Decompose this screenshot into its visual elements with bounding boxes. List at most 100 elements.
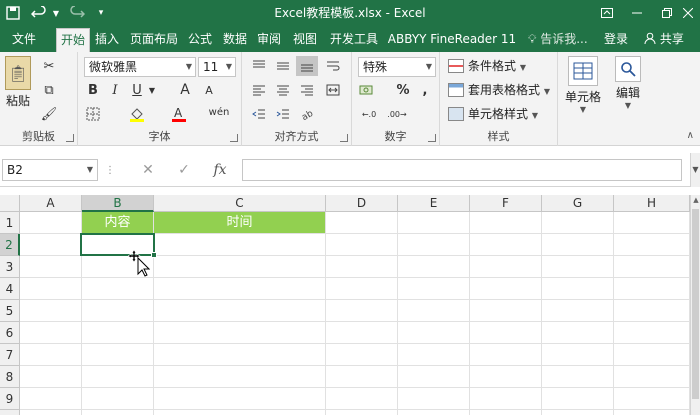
cell-b1[interactable]: 内容 xyxy=(82,212,154,234)
cell-d9[interactable] xyxy=(326,388,398,410)
cell-c6[interactable] xyxy=(154,322,326,344)
underline-dropdown-icon[interactable]: ▼ xyxy=(146,80,158,100)
increase-indent-icon[interactable] xyxy=(272,104,294,124)
cell-f10[interactable] xyxy=(470,410,542,415)
clipboard-launcher-icon[interactable] xyxy=(66,134,74,142)
tab-home[interactable]: 开始 xyxy=(56,28,90,52)
cell-h6[interactable] xyxy=(614,322,690,344)
collapse-ribbon-icon[interactable]: ∧ xyxy=(687,130,694,141)
column-header-h[interactable]: H xyxy=(614,195,690,212)
cell-e1[interactable] xyxy=(398,212,470,234)
decrease-indent-icon[interactable] xyxy=(248,104,270,124)
cell-a6[interactable] xyxy=(20,322,82,344)
cell-h2[interactable] xyxy=(614,234,690,256)
cell-c7[interactable] xyxy=(154,344,326,366)
cell-d4[interactable] xyxy=(326,278,398,300)
cell-d5[interactable] xyxy=(326,300,398,322)
cell-b5[interactable] xyxy=(82,300,154,322)
cell-g3[interactable] xyxy=(542,256,614,278)
minimize-icon[interactable] xyxy=(622,0,652,26)
align-bottom-icon[interactable] xyxy=(296,56,318,76)
merge-center-icon[interactable] xyxy=(322,80,344,100)
cells-button[interactable]: 单元格 ▼ xyxy=(558,56,608,114)
italic-button[interactable]: I xyxy=(104,80,126,100)
column-header-b[interactable]: B xyxy=(82,195,154,212)
ribbon-display-icon[interactable] xyxy=(592,0,622,26)
grow-font-button[interactable]: A xyxy=(174,80,196,100)
cell-a3[interactable] xyxy=(20,256,82,278)
name-box[interactable]: B2 ▼ xyxy=(2,159,98,181)
font-family-select[interactable]: 微软雅黑 ▼ xyxy=(84,57,196,77)
cell-b7[interactable] xyxy=(82,344,154,366)
cell-f4[interactable] xyxy=(470,278,542,300)
tab-developer[interactable]: 开发工具 xyxy=(325,28,383,52)
tab-data[interactable]: 数据 xyxy=(220,28,250,52)
alignment-launcher-icon[interactable] xyxy=(340,134,348,142)
row-header-7[interactable]: 7 xyxy=(0,344,20,366)
cell-c2[interactable] xyxy=(154,234,326,256)
tab-review[interactable]: 审阅 xyxy=(254,28,284,52)
editing-button[interactable]: 编辑 ▼ xyxy=(603,56,653,110)
cell-a8[interactable] xyxy=(20,366,82,388)
tab-file[interactable]: 文件 xyxy=(4,28,44,52)
column-header-f[interactable]: F xyxy=(470,195,542,212)
cell-d10[interactable] xyxy=(326,410,398,415)
tab-page-layout[interactable]: 页面布局 xyxy=(126,28,182,52)
cell-e2[interactable] xyxy=(398,234,470,256)
cell-c8[interactable] xyxy=(154,366,326,388)
select-all-corner[interactable] xyxy=(0,195,20,212)
cell-f3[interactable] xyxy=(470,256,542,278)
orientation-icon[interactable]: ab xyxy=(298,104,320,124)
increase-decimal-icon[interactable]: ←.0 xyxy=(358,104,380,124)
row-header-9[interactable]: 9 xyxy=(0,388,20,410)
cell-a4[interactable] xyxy=(20,278,82,300)
cell-e9[interactable] xyxy=(398,388,470,410)
row-header-6[interactable]: 6 xyxy=(0,322,20,344)
cell-a10[interactable] xyxy=(20,410,82,415)
cell-h4[interactable] xyxy=(614,278,690,300)
cell-d3[interactable] xyxy=(326,256,398,278)
row-header-10[interactable]: 10 xyxy=(0,410,20,415)
borders-icon[interactable] xyxy=(82,104,104,124)
row-header-8[interactable]: 8 xyxy=(0,366,20,388)
cell-d7[interactable] xyxy=(326,344,398,366)
expand-formula-bar[interactable]: ▼ xyxy=(690,153,700,187)
cell-b8[interactable] xyxy=(82,366,154,388)
copy-icon[interactable]: ⧉ xyxy=(38,80,60,100)
cell-h3[interactable] xyxy=(614,256,690,278)
cell-e5[interactable] xyxy=(398,300,470,322)
conditional-formatting-button[interactable]: 条件格式 ▼ xyxy=(448,56,526,76)
column-header-a[interactable]: A xyxy=(20,195,82,212)
cell-a1[interactable] xyxy=(20,212,82,234)
cell-h7[interactable] xyxy=(614,344,690,366)
cell-b6[interactable] xyxy=(82,322,154,344)
formula-input[interactable] xyxy=(242,159,682,181)
cell-c5[interactable] xyxy=(154,300,326,322)
insert-function-button[interactable]: fx xyxy=(206,159,234,181)
column-header-d[interactable]: D xyxy=(326,195,398,212)
cell-f7[interactable] xyxy=(470,344,542,366)
cell-h8[interactable] xyxy=(614,366,690,388)
cell-f1[interactable] xyxy=(470,212,542,234)
cancel-entry-button[interactable]: ✕ xyxy=(134,159,162,181)
cell-c1[interactable]: 时间 xyxy=(154,212,326,234)
cell-e7[interactable] xyxy=(398,344,470,366)
row-header-4[interactable]: 4 xyxy=(0,278,20,300)
row-header-1[interactable]: 1 xyxy=(0,212,20,234)
cell-g5[interactable] xyxy=(542,300,614,322)
cell-a7[interactable] xyxy=(20,344,82,366)
row-header-2[interactable]: 2 xyxy=(0,234,20,256)
cell-h10[interactable] xyxy=(614,410,690,415)
format-painter-icon[interactable]: 🖌︎ xyxy=(38,104,60,124)
save-icon[interactable] xyxy=(0,0,26,26)
cut-icon[interactable]: ✂ xyxy=(38,56,60,76)
tab-insert[interactable]: 插入 xyxy=(92,28,122,52)
cell-e6[interactable] xyxy=(398,322,470,344)
cell-g9[interactable] xyxy=(542,388,614,410)
row-header-5[interactable]: 5 xyxy=(0,300,20,322)
cell-f9[interactable] xyxy=(470,388,542,410)
tab-formulas[interactable]: 公式 xyxy=(184,28,216,52)
column-header-e[interactable]: E xyxy=(398,195,470,212)
cell-e8[interactable] xyxy=(398,366,470,388)
format-as-table-button[interactable]: 套用表格格式 ▼ xyxy=(448,80,550,100)
